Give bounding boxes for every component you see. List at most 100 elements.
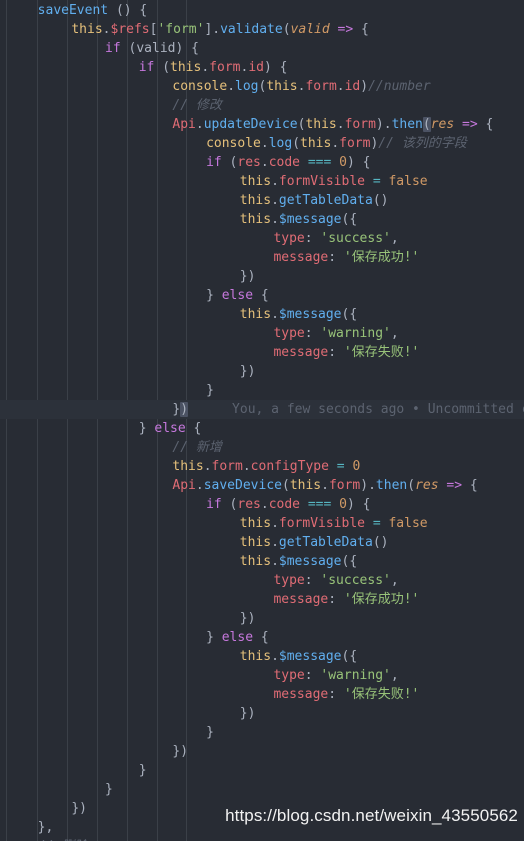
code-line[interactable]: saveEvent () { (0, 1, 524, 20)
token-punc: , (390, 668, 399, 683)
token-op: = (372, 174, 381, 189)
code-line[interactable]: this.$message({ (0, 305, 524, 324)
token-meth: getTableData (278, 193, 373, 208)
code-line[interactable]: if (valid) { (0, 39, 524, 58)
token-prop: message (273, 687, 329, 702)
token-cmt: // 该列的字段 (378, 136, 467, 151)
code-line[interactable]: } (0, 780, 524, 799)
code-line[interactable]: message: '保存失败!' (0, 685, 524, 704)
token-param: res (430, 117, 455, 132)
token-punc: () { (108, 3, 148, 18)
token-punc: . (271, 516, 279, 531)
code-line[interactable]: message: '保存成功!' (0, 590, 524, 609)
code-line[interactable]: this.form.configType = 0 (0, 457, 524, 476)
code-line[interactable]: Api.saveDevice(this.form).then(res => { (0, 476, 524, 495)
token-cmt: // 修改 (172, 98, 222, 113)
token-punc (331, 497, 339, 512)
token-punc: (valid) { (120, 41, 199, 56)
code-line[interactable]: }) (0, 362, 524, 381)
code-line[interactable]: type: 'warning', (0, 324, 524, 343)
code-line[interactable]: this.$message({ (0, 552, 524, 571)
token-prop: form (209, 60, 241, 75)
token-prop: form (344, 117, 376, 132)
code-line[interactable]: if (res.code === 0) { (0, 153, 524, 172)
token-punc: ) { (263, 60, 288, 75)
token-punc: . (102, 22, 111, 37)
git-blame-annotation[interactable]: You, a few seconds ago • Uncommitted ch (232, 402, 524, 417)
code-line[interactable]: }) (0, 704, 524, 723)
token-meth: log (268, 136, 293, 151)
token-punc: ) { (346, 155, 371, 170)
token-prop: message (273, 250, 329, 265)
code-line[interactable]: console.log(this.form.id)//number (0, 77, 524, 96)
token-kw: else (221, 288, 254, 303)
token-punc: } (138, 763, 147, 778)
token-var: this (172, 459, 204, 474)
code-line[interactable]: }) You, a few seconds ago • Uncommitted c… (0, 400, 524, 419)
code-line[interactable]: type: 'success', (0, 229, 524, 248)
code-editor[interactable]: saveEvent () {this.$refs['form'].validat… (0, 0, 524, 841)
token-str: '保存失败!' (343, 687, 420, 702)
token-prop: type (273, 668, 305, 683)
code-line[interactable]: } else { (0, 628, 524, 647)
token-kw: => (462, 117, 478, 132)
token-kw: if (138, 60, 155, 75)
token-punc: . (271, 307, 279, 322)
code-line[interactable]: Api.updateDevice(this.form).then(res => … (0, 115, 524, 134)
code-line[interactable]: message: '保存失败!' (0, 343, 524, 362)
token-prop: res (237, 497, 261, 512)
token-prop: type (273, 231, 305, 246)
code-line[interactable]: } (0, 761, 524, 780)
token-param: res (415, 478, 439, 493)
token-punc (454, 117, 462, 132)
code-line[interactable]: }) (0, 742, 524, 761)
code-line[interactable]: // 新增 (0, 438, 524, 457)
token-punc: . (271, 212, 279, 227)
token-var: this (289, 478, 322, 493)
code-line[interactable]: this.$message({ (0, 210, 524, 229)
code-line[interactable]: }) (0, 609, 524, 628)
token-var: this (239, 516, 272, 531)
token-punc: { (253, 630, 269, 645)
token-prop: form (328, 478, 361, 493)
token-var: console (206, 136, 261, 151)
code-line[interactable]: message: '保存成功!' (0, 248, 524, 267)
token-meth: $message (278, 649, 342, 664)
token-punc: : (328, 592, 344, 607)
token-var: this (239, 649, 272, 664)
token-punc: ). (375, 117, 392, 132)
token-punc: }) (172, 744, 189, 759)
code-line[interactable]: }) (0, 267, 524, 286)
token-punc: ). (360, 478, 376, 493)
code-line[interactable]: } (0, 381, 524, 400)
code-line[interactable]: this.getTableData() (0, 533, 524, 552)
code-line[interactable]: this.formVisible = false (0, 514, 524, 533)
token-str: 'warning' (320, 668, 391, 683)
code-line[interactable]: type: 'warning', (0, 666, 524, 685)
code-line[interactable]: } else { (0, 286, 524, 305)
code-line[interactable]: if (res.code === 0) { (0, 495, 524, 514)
token-punc: } (138, 421, 155, 436)
code-line[interactable]: this.getTableData() (0, 191, 524, 210)
code-line[interactable]: this.$refs['form'].validate(valid => { (0, 20, 524, 39)
code-line[interactable]: if (this.form.id) { (0, 58, 524, 77)
token-var: this (170, 60, 202, 75)
token-var: this (300, 136, 332, 151)
code-content[interactable]: saveEvent () {this.$refs['form'].validat… (0, 0, 524, 841)
token-prop: code (268, 155, 301, 170)
token-punc (300, 155, 308, 170)
code-line[interactable]: this.formVisible = false (0, 172, 524, 191)
code-line[interactable]: console.log(this.form)// 该列的字段 (0, 134, 524, 153)
token-punc: ({ (341, 649, 358, 664)
token-punc: : (328, 250, 344, 265)
code-line[interactable]: // 删除 (0, 837, 524, 841)
code-line[interactable]: } (0, 723, 524, 742)
code-line[interactable]: // 修改 (0, 96, 524, 115)
token-punc: . (201, 60, 210, 75)
code-line[interactable]: type: 'success', (0, 571, 524, 590)
code-line[interactable]: this.$message({ (0, 647, 524, 666)
code-line[interactable]: } else { (0, 419, 524, 438)
token-prop: id (248, 60, 264, 75)
token-punc: : (304, 231, 321, 246)
token-punc: } (206, 383, 214, 398)
